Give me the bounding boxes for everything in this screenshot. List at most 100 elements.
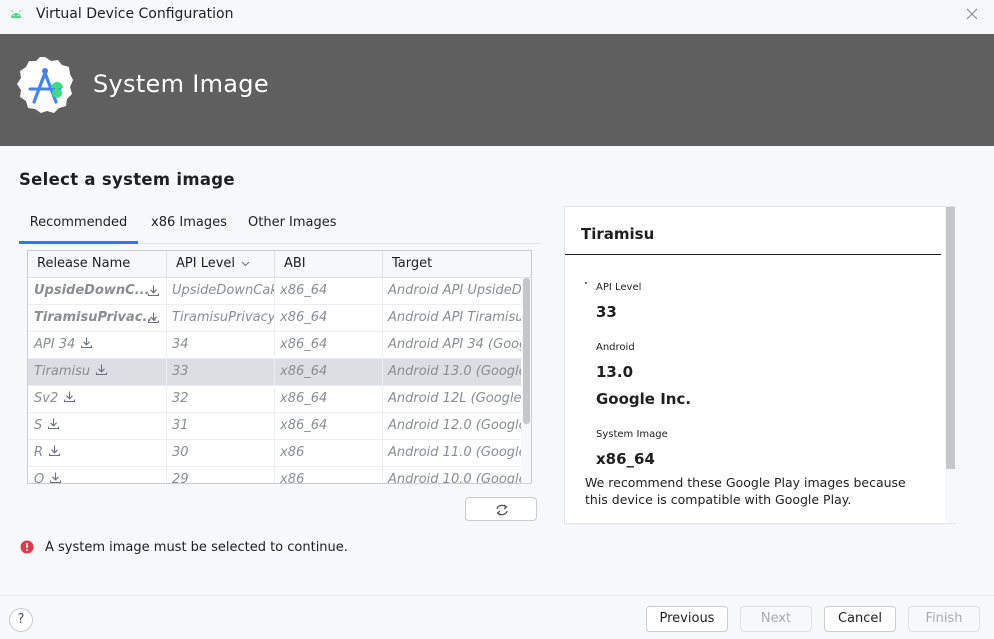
download-icon[interactable] — [147, 311, 160, 324]
table-row[interactable]: TiramisuPrivac... TiramisuPrivacySandboxx… — [28, 305, 521, 332]
target-cell: Android 11.0 (Google Play) — [388, 445, 521, 460]
download-icon[interactable] — [48, 444, 61, 457]
release-name-cell: S — [28, 413, 167, 439]
abi-cell: x86_64 — [275, 359, 383, 385]
target-cell: Android API 34 (Google Play) — [388, 337, 521, 352]
release-name-cell: API 34 — [28, 332, 167, 358]
api-level-label: API Level — [596, 282, 642, 293]
abi-cell: x86 — [275, 440, 383, 466]
column-header-api-level[interactable]: API Level — [167, 251, 275, 277]
target-cell: Android 10.0 (Google Play) — [388, 472, 521, 484]
help-button[interactable]: ? — [9, 608, 33, 632]
api-level-cell: 32 — [167, 386, 275, 412]
refresh-button[interactable] — [465, 497, 537, 521]
api-level-cell: 30 — [167, 440, 275, 466]
api-level-cell: TiramisuPrivacySandbox — [167, 305, 275, 331]
android-label: Android — [596, 342, 635, 353]
wizard-header: System Image — [0, 34, 994, 146]
api-level-cell: 34 — [167, 332, 275, 358]
release-name: S — [34, 418, 43, 433]
header-title: System Image — [93, 70, 269, 98]
column-header-abi[interactable]: ABI — [275, 251, 383, 277]
android-version-value: 13.0 — [596, 363, 634, 381]
column-header-release-name[interactable]: Release Name — [28, 251, 167, 277]
table-row[interactable]: UpsideDownC... UpsideDownCake x86_64 Androi… — [28, 278, 521, 305]
release-name-cell: UpsideDownC... — [28, 278, 167, 304]
details-bullet — [585, 282, 587, 284]
system-image-label: System Image — [596, 429, 668, 440]
release-name: Tiramisu — [34, 364, 91, 379]
target-cell: Android 12.0 (Google Play) — [388, 418, 521, 433]
column-header-target[interactable]: Target — [383, 251, 523, 277]
page-title: Select a system image — [19, 170, 235, 189]
details-scrollbar-thumb[interactable] — [946, 207, 955, 469]
release-name: API 34 — [34, 337, 76, 352]
details-panel: Tiramisu API Level 33 Android 13.0 Googl… — [564, 206, 956, 524]
android-studio-logo — [17, 57, 73, 113]
table-row[interactable]: S 31x86_64 Android 12.0 (Google Play) — [28, 413, 521, 440]
download-icon[interactable] — [95, 363, 108, 376]
abi-cell: x86_64 — [275, 305, 383, 331]
release-name-cell: TiramisuPrivac... — [28, 305, 167, 331]
android-icon — [11, 10, 21, 18]
vendor-value: Google Inc. — [596, 390, 692, 408]
api-level-cell: 31 — [167, 413, 275, 439]
table-row[interactable]: R 30x86 Android 11.0 (Google Play) — [28, 440, 521, 467]
system-image-value: x86_64 — [596, 450, 655, 468]
api-level-cell: 29 — [167, 467, 275, 483]
error-message: A system image must be selected to conti… — [45, 540, 348, 555]
details-scrollbar[interactable] — [945, 207, 956, 523]
download-icon[interactable] — [49, 471, 62, 484]
tab-x86-images[interactable]: x86 Images — [151, 208, 227, 244]
close-icon[interactable] — [962, 4, 982, 24]
download-icon[interactable] — [80, 336, 93, 349]
column-header-api-level-label: API Level — [176, 256, 236, 271]
target-cell: Android 12L (Google Play) — [388, 391, 521, 406]
finish-button[interactable]: Finish — [908, 606, 980, 632]
table-body: UpsideDownC... UpsideDownCake x86_64 Androi… — [28, 278, 521, 484]
api-level-cell: 33 — [167, 359, 275, 385]
details-divider — [565, 254, 941, 255]
abi-cell: x86_64 — [275, 278, 383, 304]
api-level-cell: UpsideDownCake — [167, 278, 275, 304]
release-name-cell: Sv2 — [28, 386, 167, 412]
table-scrollbar-thumb[interactable] — [523, 278, 530, 424]
download-icon[interactable] — [63, 390, 76, 403]
target-cell: Android API UpsideDownCake — [388, 283, 521, 298]
details-description: We recommend these Google Play images be… — [585, 475, 906, 507]
image-tabs: Recommended x86 Images Other Images — [19, 208, 541, 244]
table-row[interactable]: Tiramisu 33x86_64 Android 13.0 (Google Pla… — [28, 359, 521, 386]
release-name-cell: Tiramisu — [28, 359, 167, 385]
table-header: Release Name API Level ABI Target — [28, 251, 531, 278]
abi-cell: x86 — [275, 467, 383, 483]
chevron-down-icon — [241, 261, 250, 267]
download-icon[interactable] — [147, 284, 160, 297]
release-name-cell: R — [28, 440, 167, 466]
download-icon[interactable] — [47, 417, 60, 430]
api-level-value: 33 — [596, 303, 617, 321]
cancel-button[interactable]: Cancel — [824, 606, 896, 632]
table-row[interactable]: Sv2 32x86_64 Android 12L (Google Play) — [28, 386, 521, 413]
next-button[interactable]: Next — [740, 606, 812, 632]
details-title: Tiramisu — [581, 225, 655, 243]
abi-cell: x86_64 — [275, 386, 383, 412]
table-scrollbar[interactable] — [521, 278, 531, 483]
title-bar: Virtual Device Configuration — [0, 0, 994, 34]
release-name: UpsideDownC... — [34, 283, 150, 298]
refresh-icon — [496, 504, 508, 516]
error-icon — [20, 540, 34, 554]
abi-cell: x86_64 — [275, 332, 383, 358]
target-cell: Android 13.0 (Google Play) — [388, 364, 521, 379]
tab-other-images[interactable]: Other Images — [248, 208, 337, 244]
release-name: Q — [34, 472, 45, 484]
system-image-table: Release Name API Level ABI Target Upside… — [27, 250, 532, 484]
tab-recommended[interactable]: Recommended — [19, 208, 138, 244]
release-name: R — [34, 445, 44, 460]
table-row[interactable]: Q 29x86 Android 10.0 (Google Play) — [28, 467, 521, 484]
target-cell: Android API TiramisuPrivacySandbox — [388, 310, 521, 325]
table-row[interactable]: API 34 34x86_64 Android API 34 (Google Pla… — [28, 332, 521, 359]
abi-cell: x86_64 — [275, 413, 383, 439]
release-name: TiramisuPrivac... — [34, 310, 158, 325]
previous-button[interactable]: Previous — [646, 606, 728, 632]
release-name: Sv2 — [34, 391, 59, 406]
